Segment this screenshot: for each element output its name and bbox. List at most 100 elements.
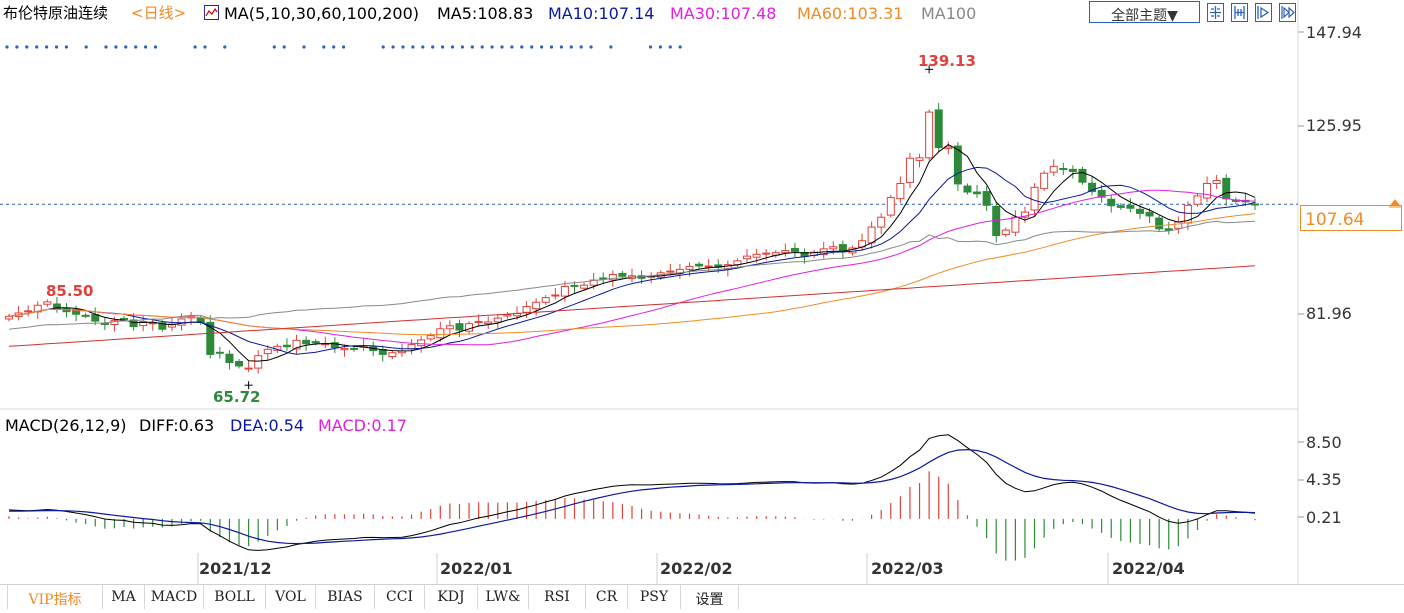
signal-dot bbox=[510, 45, 514, 49]
signal-dot bbox=[342, 45, 346, 49]
candle-up bbox=[829, 246, 838, 250]
candle-up bbox=[944, 146, 953, 150]
layout-grid-icon[interactable] bbox=[1207, 3, 1224, 22]
signal-dot bbox=[460, 45, 464, 49]
candle-down bbox=[1107, 198, 1116, 207]
tab-bias[interactable]: BIAS bbox=[316, 585, 375, 609]
candle-up bbox=[743, 255, 752, 260]
candle-up bbox=[1001, 229, 1010, 236]
tab-boll[interactable]: BOLL bbox=[204, 585, 266, 609]
signal-dot bbox=[203, 45, 207, 49]
candle-up bbox=[177, 318, 186, 326]
candle-up bbox=[340, 347, 349, 351]
forward-icon[interactable] bbox=[1279, 3, 1296, 22]
ma-indicator-icon[interactable] bbox=[204, 5, 219, 20]
macd-dea-value: DEA:0.54 bbox=[230, 416, 305, 435]
signal-dot bbox=[411, 45, 415, 49]
candle-up bbox=[877, 216, 886, 228]
x-label-2022-04: 2022/04 bbox=[1112, 559, 1185, 578]
tab-kdj[interactable]: KDJ bbox=[425, 585, 478, 609]
candle-up bbox=[1212, 179, 1221, 184]
candle-up bbox=[1193, 195, 1202, 205]
signal-dot bbox=[530, 45, 534, 49]
candle-up bbox=[388, 352, 397, 358]
tab-vip-indicators[interactable]: VIP指标 bbox=[8, 585, 103, 609]
candle-down bbox=[81, 314, 90, 317]
tab-settings[interactable]: 设置 bbox=[681, 585, 739, 609]
candle-up bbox=[551, 294, 560, 297]
candle-down bbox=[982, 191, 991, 206]
tab-vol[interactable]: VOL bbox=[266, 585, 316, 609]
tab-psy[interactable]: PSY bbox=[628, 585, 681, 609]
macd-diff-value: DIFF:0.63 bbox=[139, 416, 215, 435]
candle-down bbox=[1126, 204, 1135, 209]
candle-down bbox=[973, 191, 982, 195]
signal-dot bbox=[589, 45, 593, 49]
play-glyph bbox=[1257, 6, 1270, 19]
candle-up bbox=[244, 367, 253, 370]
candle-down bbox=[350, 347, 359, 350]
ma30-line bbox=[8, 189, 1256, 346]
candle-down bbox=[120, 318, 129, 321]
ma60-value: MA60:103.31 bbox=[797, 4, 904, 23]
play-icon[interactable] bbox=[1255, 3, 1272, 22]
signal-dot bbox=[579, 45, 583, 49]
tab-cci[interactable]: CCI bbox=[375, 585, 425, 609]
candle-up bbox=[1174, 221, 1183, 229]
tab-edge[interactable] bbox=[0, 585, 8, 609]
candle-up bbox=[762, 252, 771, 255]
macd-tick-low: 0.21 bbox=[1306, 508, 1342, 527]
candle-up bbox=[867, 226, 876, 244]
candle-down bbox=[570, 284, 579, 287]
candle-down bbox=[599, 277, 608, 280]
signal-dot bbox=[540, 45, 544, 49]
candle-up bbox=[704, 265, 713, 268]
tab-ma[interactable]: MA bbox=[103, 585, 145, 609]
signal-dot bbox=[134, 45, 138, 49]
candle-down bbox=[455, 323, 464, 331]
tab-macd[interactable]: MACD bbox=[145, 585, 204, 609]
candle-down bbox=[215, 351, 224, 354]
tab-lwr[interactable]: LW& bbox=[478, 585, 529, 609]
current-price-label: 107.64 bbox=[1300, 205, 1402, 231]
signal-dot bbox=[520, 45, 524, 49]
tab-rsi[interactable]: RSI bbox=[529, 585, 586, 609]
candle-up bbox=[752, 253, 761, 258]
candle-up bbox=[541, 297, 550, 303]
moving-average-lines bbox=[8, 144, 1256, 362]
candle-down bbox=[963, 185, 972, 193]
signal-dot bbox=[84, 45, 88, 49]
candle-down bbox=[790, 247, 799, 252]
theme-dropdown[interactable]: 全部主题▼ bbox=[1089, 1, 1200, 24]
chart-canvas bbox=[0, 0, 1304, 584]
macd-title: MACD(26,12,9) bbox=[5, 416, 127, 435]
candle-up bbox=[263, 348, 272, 355]
signal-dot bbox=[15, 45, 19, 49]
candlesticks bbox=[5, 102, 1259, 374]
macd-diff-line bbox=[8, 434, 1256, 551]
macd-dea-line bbox=[8, 448, 1256, 545]
candle-down bbox=[1135, 208, 1144, 214]
layout-grid-glyph bbox=[1210, 6, 1221, 19]
up-arrow-icon[interactable] bbox=[1388, 195, 1402, 211]
signal-dot bbox=[678, 45, 682, 49]
signal-dot bbox=[302, 45, 306, 49]
candle-up bbox=[915, 157, 924, 161]
macd-hist-value: MACD:0.17 bbox=[318, 416, 407, 435]
signal-dot bbox=[193, 45, 197, 49]
signal-dot bbox=[282, 45, 286, 49]
signal-dot bbox=[54, 45, 59, 49]
instrument-name: 布伦特原油连续 bbox=[3, 4, 109, 22]
candle-up bbox=[886, 197, 895, 216]
signal-dot bbox=[45, 45, 49, 49]
candle-up bbox=[24, 310, 33, 313]
candle-down bbox=[235, 360, 244, 367]
signal-dot bbox=[431, 45, 435, 49]
layout-split-icon[interactable] bbox=[1231, 3, 1248, 22]
tab-cr[interactable]: CR bbox=[586, 585, 628, 609]
candle-up bbox=[484, 321, 493, 325]
candle-up bbox=[1030, 186, 1039, 211]
candle-down bbox=[282, 344, 291, 348]
signal-dot bbox=[549, 45, 554, 49]
period-selector[interactable]: <日线> bbox=[131, 6, 186, 21]
